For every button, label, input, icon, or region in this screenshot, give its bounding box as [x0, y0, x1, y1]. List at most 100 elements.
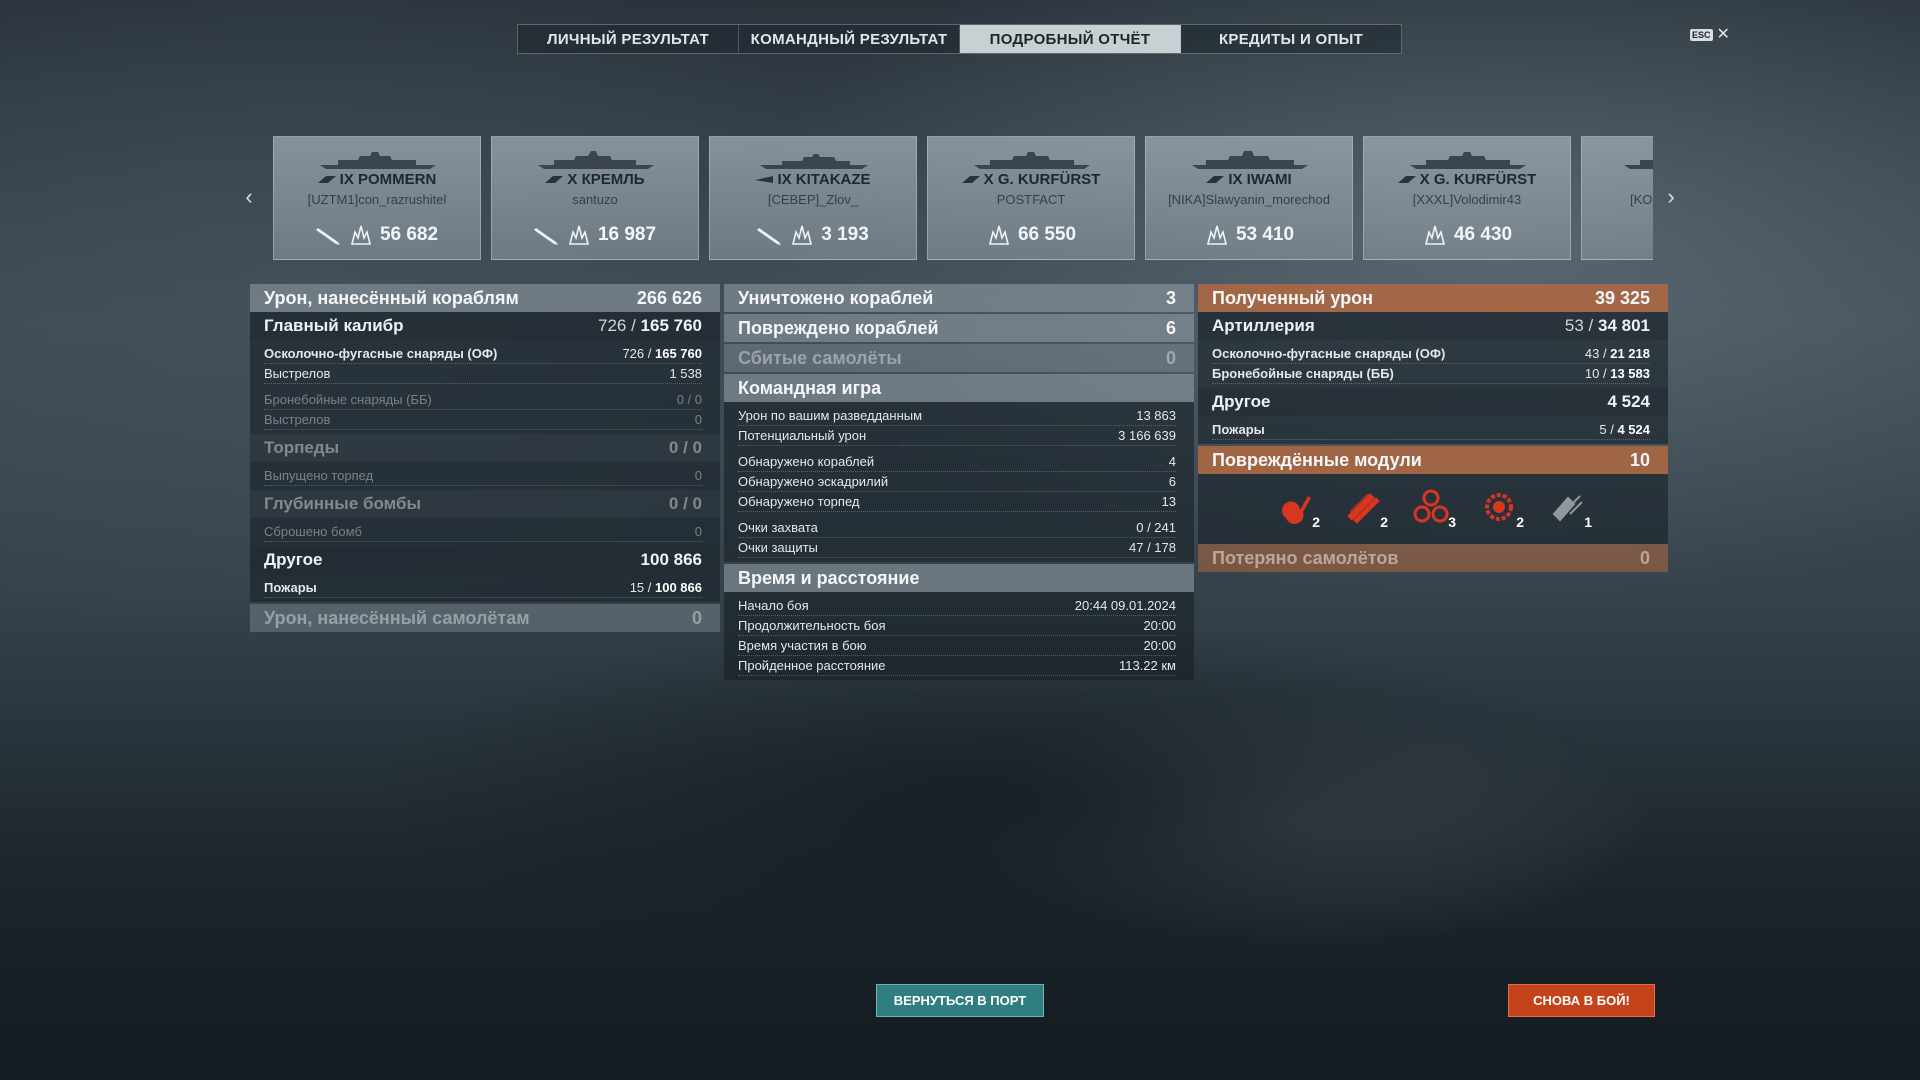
- ship-damage-value: 3 193: [821, 224, 869, 245]
- main-caliber-rows: Осколочно-фугасные снаряды (ОФ) 726 / 16…: [250, 340, 720, 434]
- damaged-modules-list: 2 2 3 2 1: [1198, 474, 1668, 544]
- time-distance-rows: Начало боя 20:44 09.01.2024 Продолжительн…: [724, 592, 1194, 680]
- torpedo-icon: [757, 228, 782, 245]
- tab-personal-result[interactable]: ЛИЧНЫЙ РЕЗУЛЬТАТ: [518, 25, 739, 53]
- ship-name: IX POMMERN: [274, 171, 480, 188]
- ship-damage-value: 53 410: [1235, 224, 1295, 245]
- received-fires-row: Пожары 5 / 4 524: [1212, 420, 1650, 440]
- team-play-header: Командная игра: [724, 374, 1194, 402]
- torpedoes-header: Торпеды 0 / 0: [250, 434, 720, 462]
- player-name: [XXXL]Volodimir43: [1412, 192, 1522, 207]
- he-shots-row: Выстрелов 1 538: [264, 364, 702, 384]
- damage-burst-icon: [350, 225, 371, 245]
- ship-card[interactable]: IX POMMERN [UZTM1]con_razrushitel 56 682: [273, 136, 481, 260]
- steering-module-icon: 3: [1412, 488, 1456, 530]
- damage-burst-icon: [988, 225, 1009, 245]
- battle-duration-row: Продолжительность боя 20:00: [738, 616, 1176, 636]
- ship-damage-value: 66 550: [1017, 224, 1077, 245]
- ship-silhouette-icon: [974, 152, 1090, 169]
- ship-name: IX KITAKAZE: [710, 171, 916, 188]
- distance-row: Пройденное расстояние 113.22 км: [738, 656, 1176, 676]
- damaged-modules-header: Повреждённые модули 10: [1198, 446, 1668, 474]
- ship-class-icon: [317, 176, 336, 183]
- player-name: [СЕВЕР]_Zlov_: [767, 192, 859, 207]
- secondary-module-icon: 1: [1548, 488, 1592, 530]
- damage-burst-icon: [1424, 225, 1445, 245]
- player-name: [UZTM1]con_razrushitel: [307, 192, 447, 207]
- esc-key-label: ESC: [1690, 29, 1713, 41]
- main-battery-module-icon: 2: [1480, 488, 1524, 530]
- battle-start-row: Начало боя 20:44 09.01.2024: [738, 596, 1176, 616]
- ship-card[interactable]: X G. KURFÜRST [XXXL]Volodimir43 46 430: [1363, 136, 1571, 260]
- torpedo-icon: [533, 228, 558, 245]
- other-damage-header: Другое 100 866: [250, 546, 720, 574]
- torpedo-tubes-module-icon: 2: [1344, 488, 1388, 530]
- ap-shells-row: Бронебойные снаряды (ББ) 0 / 0: [264, 390, 702, 410]
- capture-points-row: Очки захвата 0 / 241: [738, 518, 1176, 538]
- ship-class-icon: [545, 176, 564, 183]
- ship-card[interactable]: [KO: [1581, 136, 1653, 260]
- ship-class-icon: [1206, 176, 1225, 183]
- ship-name: X КРЕМЛЬ: [492, 171, 698, 188]
- damage-burst-icon: [792, 225, 813, 245]
- ship-card[interactable]: X G. KURFÜRST POSTFACT 66 550: [927, 136, 1135, 260]
- close-button[interactable]: ESC ✕: [1690, 26, 1730, 43]
- received-other-header: Другое 4 524: [1198, 388, 1668, 416]
- time-distance-header: Время и расстояние: [724, 564, 1194, 592]
- main-caliber-header: Главный калибр 726 / 165 760: [250, 312, 720, 340]
- artillery-header: Артиллерия 53 / 34 801: [1198, 312, 1668, 340]
- ship-class-icon: [961, 176, 980, 183]
- received-damage-header: Полученный урон 39 325: [1198, 284, 1668, 312]
- close-icon: ✕: [1716, 26, 1730, 43]
- spotting-damage-row: Урон по вашим разведданным 13 863: [738, 406, 1176, 426]
- ship-silhouette-icon: [320, 152, 436, 169]
- damage-planes-header: Урон, нанесённый самолётам 0: [250, 604, 720, 632]
- ship-damage-value: 46 430: [1453, 224, 1513, 245]
- torpedoes-fired-row: Выпущено торпед 0: [264, 466, 702, 486]
- battle-again-button[interactable]: СНОВА В БОЙ!: [1508, 984, 1655, 1017]
- ship-card[interactable]: IX IWAMI [NIKA]Slawyanin_morechod 53 410: [1145, 136, 1353, 260]
- damage-ships-header: Урон, нанесённый кораблям 266 626: [250, 284, 720, 312]
- received-he-row: Осколочно-фугасные снаряды (ОФ) 43 / 21 …: [1212, 344, 1650, 364]
- planes-lost-header: Потеряно самолётов 0: [1198, 544, 1668, 572]
- received-ap-row: Бронебойные снаряды (ББ) 10 / 13 583: [1212, 364, 1650, 384]
- ship-class-icon: [755, 176, 774, 183]
- player-name: [NIKA]Slawyanin_morechod: [1168, 192, 1330, 207]
- damage-burst-icon: [1206, 225, 1227, 245]
- player-name: [KO: [1630, 192, 1653, 207]
- ship-name: X G. KURFÜRST: [928, 171, 1134, 188]
- ship-silhouette-icon: [1192, 151, 1308, 169]
- tab-detailed-report[interactable]: ПОДРОБНЫЙ ОТЧЁТ: [960, 25, 1181, 53]
- ship-silhouette-icon: [1624, 160, 1653, 169]
- damage-received-column: Полученный урон 39 325 Артиллерия 53 / 34…: [1198, 284, 1668, 572]
- ship-damage-value: 16 987: [597, 224, 657, 245]
- ship-card[interactable]: X КРЕМЛЬ santuzo 16 987: [491, 136, 699, 260]
- defense-points-row: Очки защиты 47 / 178: [738, 538, 1176, 558]
- engine-module-icon: 2: [1276, 488, 1320, 530]
- tab-team-result[interactable]: КОМАНДНЫЙ РЕЗУЛЬТАТ: [739, 25, 960, 53]
- ship-card[interactable]: IX KITAKAZE [СЕВЕР]_Zlov_ 3 193: [709, 136, 917, 260]
- spotted-squadrons-row: Обнаружено эскадрилий 6: [738, 472, 1176, 492]
- spotted-torpedoes-row: Обнаружено торпед 13: [738, 492, 1176, 512]
- destroyed-ships-header: Уничтожено кораблей 3: [724, 284, 1194, 312]
- spotted-ships-row: Обнаружено кораблей 4: [738, 452, 1176, 472]
- fires-row: Пожары 15 / 100 866: [264, 578, 702, 598]
- ship-name: X G. KURFÜRST: [1364, 171, 1570, 188]
- planes-shot-down-header: Сбитые самолёты 0: [724, 344, 1194, 372]
- ship-name: IX IWAMI: [1146, 171, 1352, 188]
- tab-credits-xp[interactable]: КРЕДИТЫ И ОПЫТ: [1181, 25, 1401, 53]
- player-name: santuzo: [572, 192, 618, 207]
- torpedo-icon: [315, 228, 340, 245]
- bombs-dropped-row: Сброшено бомб 0: [264, 522, 702, 542]
- return-to-port-button[interactable]: ВЕРНУТЬСЯ В ПОРТ: [876, 984, 1044, 1017]
- result-tabs: ЛИЧНЫЙ РЕЗУЛЬТАТ КОМАНДНЫЙ РЕЗУЛЬТАТ ПОД…: [517, 24, 1402, 54]
- carousel-prev-arrow-icon[interactable]: ‹: [241, 186, 257, 208]
- carousel-next-arrow-icon[interactable]: ›: [1663, 186, 1679, 208]
- ship-silhouette-icon: [538, 151, 654, 169]
- ship-class-icon: [1397, 176, 1416, 183]
- damage-dealt-column: Урон, нанесённый кораблям 266 626 Главный…: [250, 284, 720, 632]
- player-name: POSTFACT: [996, 192, 1066, 207]
- ship-carousel: IX POMMERN [UZTM1]con_razrushitel 56 682…: [273, 136, 1653, 260]
- ap-shots-row: Выстрелов 0: [264, 410, 702, 430]
- ship-damage-value: 56 682: [379, 224, 439, 245]
